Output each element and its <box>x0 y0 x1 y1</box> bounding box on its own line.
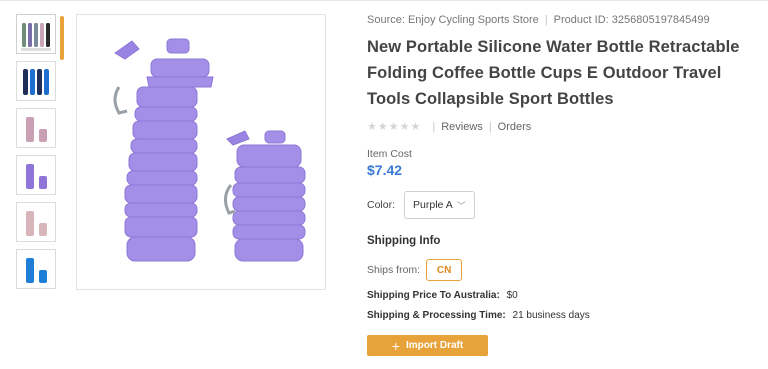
product-title: New Portable Silicone Water Bottle Retra… <box>367 38 740 108</box>
thumbnail-scroll-indicator[interactable] <box>60 16 64 60</box>
shipping-time-value: 21 business days <box>512 310 590 321</box>
star-icon: ★ <box>388 120 399 133</box>
divider: | <box>432 121 436 133</box>
thumbnail-pink[interactable] <box>16 108 56 148</box>
thumbnail-blue[interactable] <box>16 249 56 289</box>
shipping-price-value: $0 <box>506 290 518 301</box>
top-divider <box>0 0 768 1</box>
item-cost-value: $7.42 <box>367 162 403 178</box>
star-icon: ★ <box>399 120 410 133</box>
product-info: Source: Enjoy Cycling Sports Store | Produ… <box>367 14 757 356</box>
star-icon: ★ <box>367 120 377 133</box>
ships-from-option[interactable]: CN <box>426 259 463 281</box>
thumbnail-image <box>23 69 49 95</box>
thumbnail-image <box>26 117 47 142</box>
thumbnail-multi-color[interactable] <box>16 14 56 54</box>
shipping-heading: Shipping Info <box>367 235 441 247</box>
source-row: Source: Enjoy Cycling Sports Store | Produ… <box>367 14 757 28</box>
rating-row: ★ ★ ★ ★ ★ | Reviews | Orders <box>367 120 757 134</box>
thumbnail-image <box>21 23 51 51</box>
color-select[interactable]: Purple A ﹀ <box>404 191 475 219</box>
source-store: Source: Enjoy Cycling Sports Store <box>367 14 539 26</box>
shipping-time-row: Shipping & Processing Time: 21 business … <box>367 310 757 321</box>
bottle-illustration <box>113 38 306 262</box>
thumbnail-image <box>26 211 47 236</box>
divider: | <box>544 14 548 26</box>
main-product-image <box>76 14 326 290</box>
divider: | <box>488 121 492 133</box>
thumbnail-list <box>16 14 60 296</box>
plus-icon: + <box>391 337 400 354</box>
color-selected-value: Purple A <box>413 199 453 211</box>
color-row: Color: Purple A ﹀ <box>367 191 757 219</box>
ships-from-label: Ships from: <box>367 264 421 276</box>
thumbnail-purple[interactable] <box>16 155 56 195</box>
shipping-time-label: Shipping & Processing Time: <box>367 310 506 321</box>
shipping-price-row: Shipping Price To Australia: $0 <box>367 290 757 301</box>
thumbnail-navy-blue[interactable] <box>16 61 56 101</box>
import-draft-button[interactable]: + Import Draft <box>367 335 488 356</box>
thumbnail-image <box>26 258 47 283</box>
star-icon: ★ <box>377 120 388 133</box>
shipping-price-label: Shipping Price To Australia: <box>367 290 500 301</box>
ships-from-row: Ships from: CN <box>367 259 757 281</box>
star-icon: ★ <box>410 120 421 133</box>
color-label: Color: <box>367 199 396 211</box>
thumbnail-image <box>26 164 47 189</box>
reviews-link[interactable]: Reviews <box>441 121 483 133</box>
thumbnail-light-pink[interactable] <box>16 202 56 242</box>
product-id: Product ID: 3256805197845499 <box>553 14 710 26</box>
import-draft-label: Import Draft <box>405 340 464 351</box>
star-rating: ★ ★ ★ ★ ★ <box>367 120 421 133</box>
orders-link[interactable]: Orders <box>498 121 532 133</box>
chevron-down-icon: ﹀ <box>456 200 466 211</box>
item-cost-label: Item Cost <box>367 148 412 160</box>
